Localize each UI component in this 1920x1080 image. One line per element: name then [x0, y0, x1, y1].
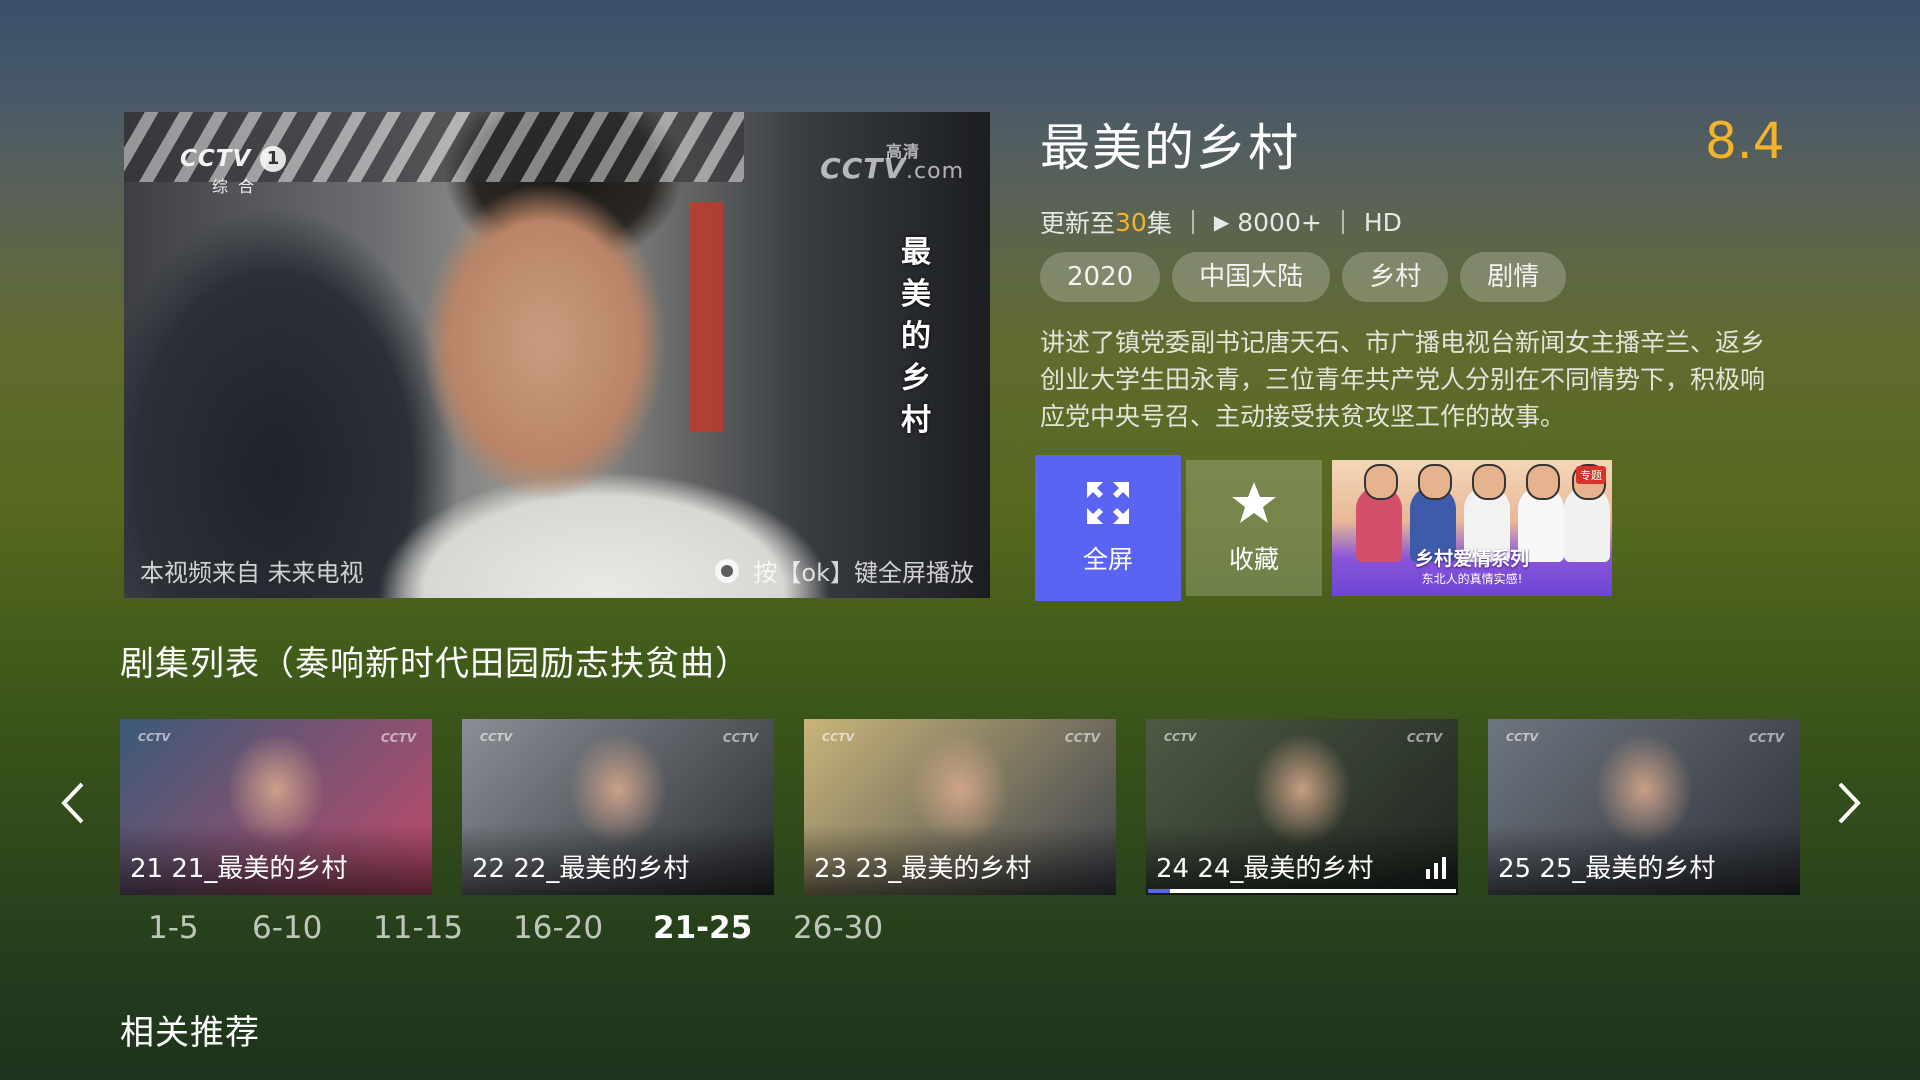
meta-divider [1191, 210, 1194, 234]
episode-watermark: CCTV [722, 731, 758, 745]
episode-label: 21 21_最美的乡村 [130, 854, 348, 884]
promo-title: 乡村爱情系列 [1414, 548, 1529, 570]
episode-progress-bar [1148, 889, 1456, 893]
now-playing-icon [1426, 857, 1446, 879]
episode-watermark: CCTV [380, 731, 416, 745]
episode-section-title: 剧集列表（奏响新时代田园励志扶贫曲） [120, 644, 750, 684]
channel-logo: CCTV 1 综合 [180, 146, 286, 196]
promo-badge: 专题 [1576, 466, 1606, 484]
show-description: 讲述了镇党委副书记唐天石、市广播电视台新闻女主播辛兰、返乡创业大学生田永青，三位… [1040, 328, 1766, 431]
episode-progress-fill [1148, 889, 1170, 893]
fullscreen-icon [1087, 482, 1129, 524]
chevron-left-icon [61, 782, 84, 824]
source-note: 本视频来自 未来电视 [140, 559, 364, 587]
range-tab-11-15[interactable]: 11-15 [373, 910, 513, 946]
tag-region[interactable]: 中国大陆 [1172, 252, 1331, 302]
channel-watermark: CCTV.com 高清 [820, 142, 964, 185]
channel-sub: 综合 [212, 177, 265, 196]
channel-logo-text: CCTV [180, 146, 252, 172]
episode-channel-logo: CCTV [1164, 731, 1197, 744]
watermark-hd: 高清 [885, 142, 920, 161]
channel-number: 1 [260, 146, 286, 172]
episode-card[interactable]: CCTV CCTV 25 25_最美的乡村 [1488, 719, 1800, 895]
episode-channel-logo: CCTV [138, 731, 171, 744]
fullscreen-label: 全屏 [1082, 545, 1133, 574]
meta-divider [1341, 210, 1344, 234]
update-count: 30 [1115, 207, 1147, 237]
promo-banner[interactable]: 专题 乡村爱情系列 东北人的真情实感! [1332, 460, 1612, 596]
show-title: 最美的乡村 [1040, 119, 1300, 177]
tag-list: 2020 中国大陆 乡村 剧情 [1040, 252, 1567, 302]
episode-watermark: CCTV [1748, 731, 1784, 745]
ok-hint: 按【ok】键全屏播放 [715, 553, 974, 588]
episode-channel-logo: CCTV [1506, 731, 1539, 744]
episode-label: 22 22_最美的乡村 [472, 854, 690, 884]
favorite-label: 收藏 [1228, 545, 1279, 574]
episode-card[interactable]: CCTV CCTV 23 23_最美的乡村 [804, 719, 1116, 895]
episode-card[interactable]: CCTV CCTV 24 24_最美的乡村 [1146, 719, 1458, 895]
tag-year[interactable]: 2020 [1040, 252, 1161, 302]
star-icon [1232, 482, 1276, 523]
video-preview[interactable]: CCTV 1 综合 CCTV.com 高清 最美的乡村 本视频来自 未来电视 按… [124, 112, 990, 598]
episode-watermark: CCTV [1064, 731, 1100, 745]
video-frame-couplet [689, 202, 723, 432]
episode-channel-logo: CCTV [480, 731, 513, 744]
episode-watermark: CCTV [1406, 731, 1442, 745]
episode-label: 24 24_最美的乡村 [1156, 854, 1374, 884]
episode-card[interactable]: CCTV CCTV 22 22_最美的乡村 [462, 719, 774, 895]
rating-score: 8.4 [1705, 112, 1785, 170]
play-count-icon: ▶ [1213, 210, 1230, 234]
show-meta: 更新至 30 集 ▶ 8000+ HD [1040, 204, 1402, 240]
vertical-title: 最美的乡村 [901, 235, 931, 438]
recommend-section-title: 相关推荐 [120, 1013, 260, 1053]
episode-label: 23 23_最美的乡村 [814, 854, 1032, 884]
play-count: 8000+ [1237, 207, 1322, 237]
ok-hint-text: 按【ok】键全屏播放 [753, 559, 974, 587]
scroll-right-arrow[interactable] [1828, 780, 1868, 826]
tag-genre[interactable]: 剧情 [1460, 252, 1567, 302]
favorite-button[interactable]: 收藏 [1186, 460, 1322, 596]
promo-subtitle: 东北人的真情实感! [1421, 572, 1523, 586]
range-tab-21-25[interactable]: 21-25 [653, 910, 793, 946]
range-tab-6-10[interactable]: 6-10 [252, 910, 373, 946]
update-prefix: 更新至 [1040, 209, 1116, 238]
tag-theme[interactable]: 乡村 [1342, 252, 1449, 302]
range-tab-1-5[interactable]: 1-5 [148, 910, 252, 946]
scroll-left-arrow[interactable] [54, 780, 94, 826]
range-tab-16-20[interactable]: 16-20 [513, 910, 653, 946]
chevron-right-icon [1838, 782, 1861, 824]
watermark-com: .com [906, 159, 964, 184]
episode-channel-logo: CCTV [822, 731, 855, 744]
episode-range-tabs: 1-5 6-10 11-15 16-20 21-25 26-30 [148, 910, 913, 946]
episode-label: 25 25_最美的乡村 [1498, 854, 1716, 884]
update-suffix: 集 [1146, 209, 1172, 238]
episode-card[interactable]: CCTV CCTV 21 21_最美的乡村 [120, 719, 432, 895]
fullscreen-button[interactable]: 全屏 [1035, 455, 1181, 601]
quality-badge: HD [1363, 207, 1402, 237]
remote-ok-icon [715, 558, 740, 583]
range-tab-26-30[interactable]: 26-30 [793, 910, 913, 946]
